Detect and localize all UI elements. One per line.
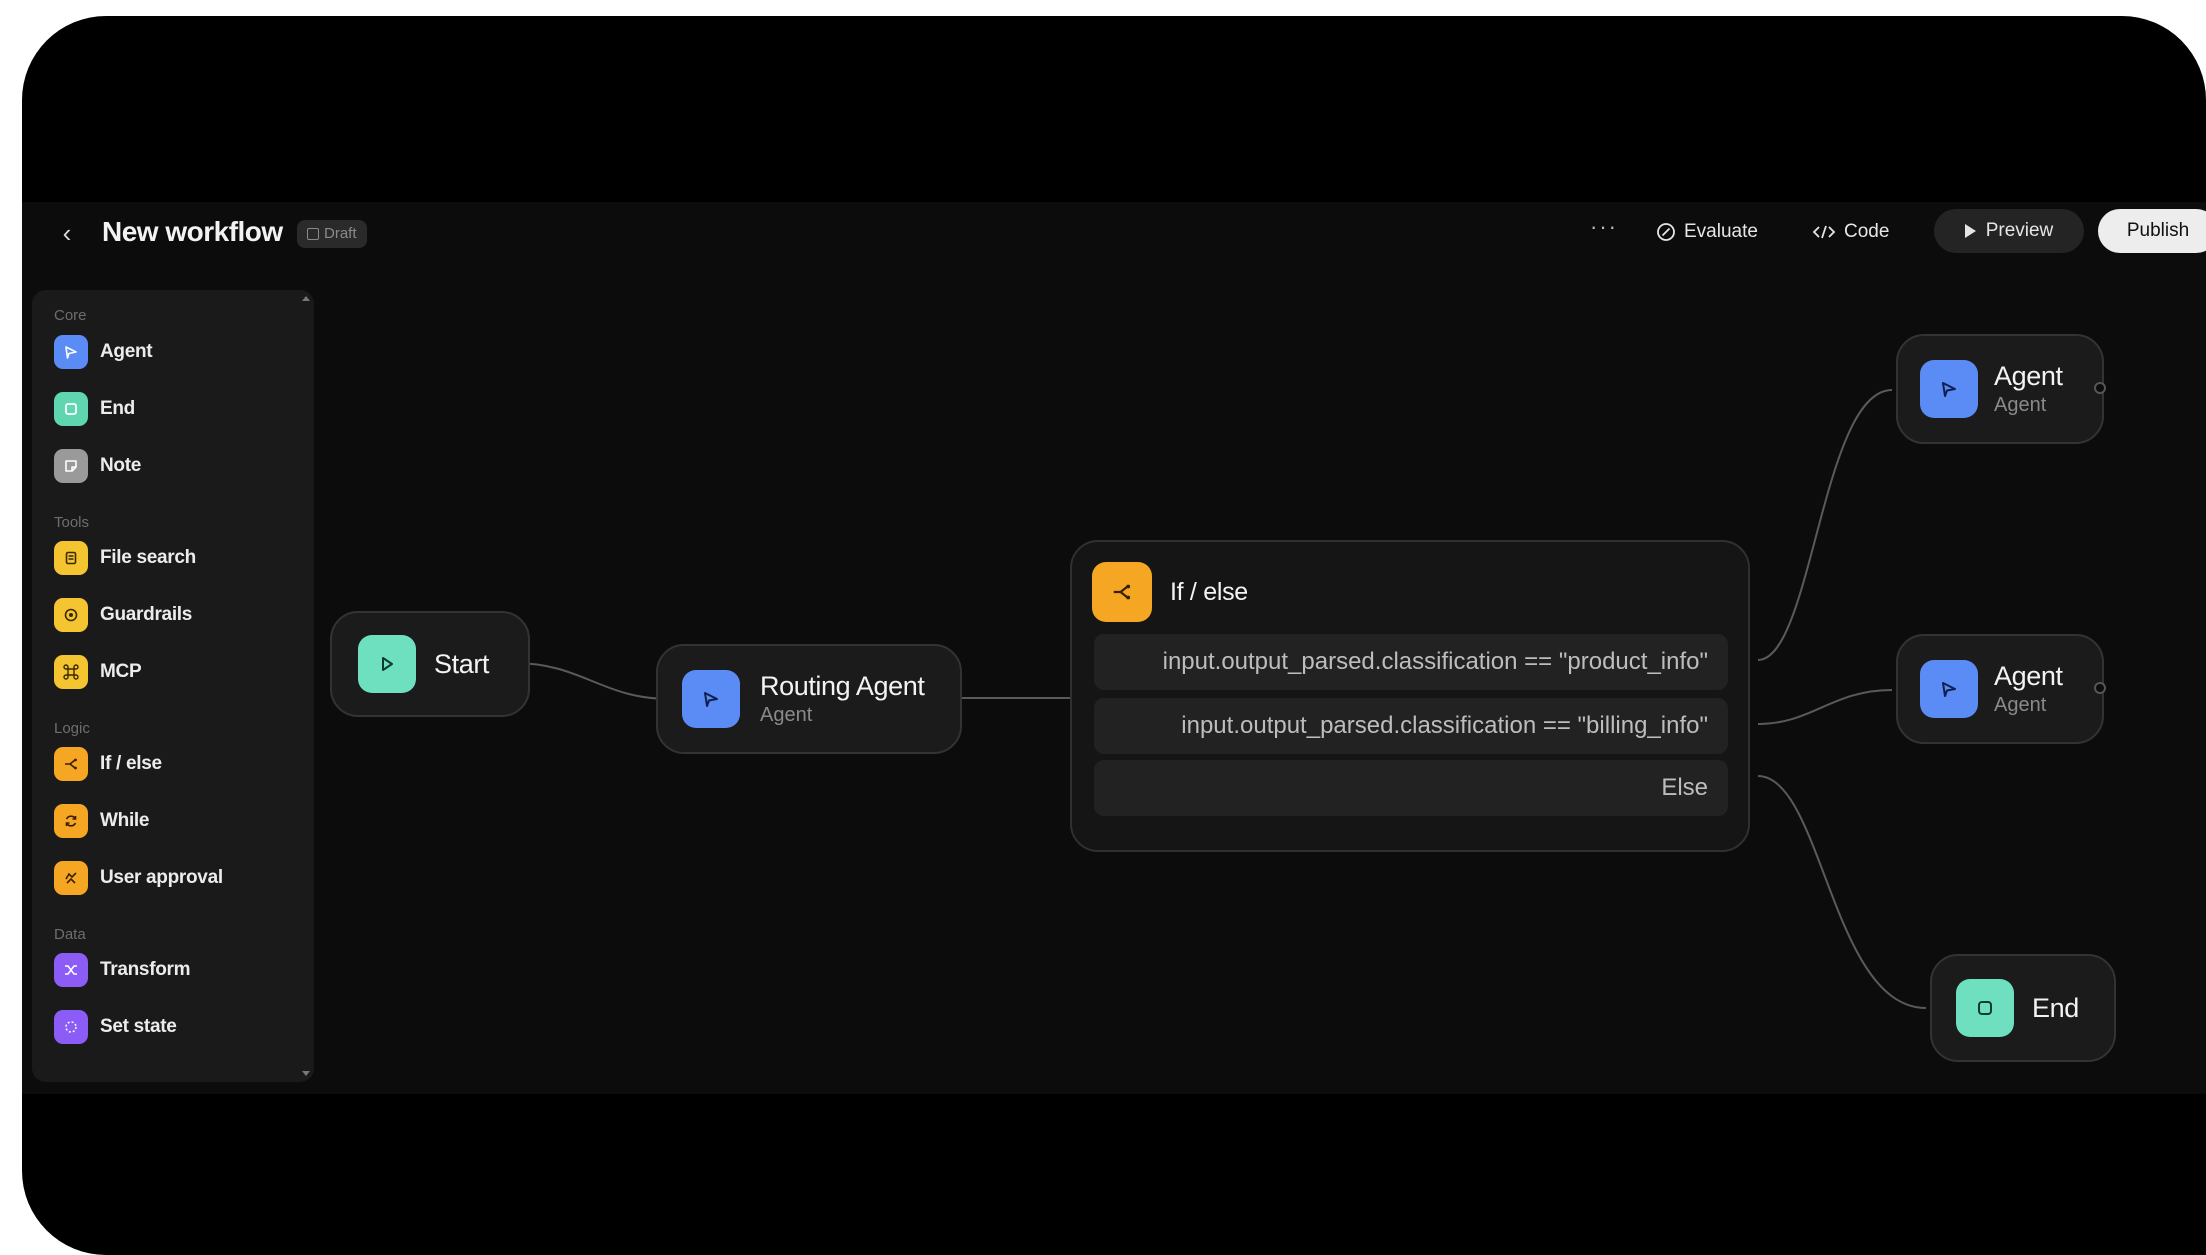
edge-start-routing: [513, 662, 671, 700]
condition-else[interactable]: Else: [1094, 760, 1728, 816]
agent-icon: [1920, 360, 1978, 418]
start-node[interactable]: Start: [330, 611, 530, 717]
condition-product-info[interactable]: input.output_parsed.classification == "p…: [1094, 634, 1728, 690]
agent-node-1[interactable]: Agent Agent: [1896, 334, 2104, 444]
if-else-header: If / else: [1092, 562, 1248, 622]
agent-icon: [1920, 660, 1978, 718]
agent-1-output-port[interactable]: [2094, 382, 2106, 394]
agent-node-2-subtitle: Agent: [1994, 694, 2047, 716]
end-node[interactable]: End: [1930, 954, 2116, 1062]
agent-node-1-subtitle: Agent: [1994, 394, 2047, 416]
agent-node-2[interactable]: Agent Agent: [1896, 634, 2104, 744]
edge-ifelse-agent2: [1757, 689, 1893, 725]
if-else-icon: [1092, 562, 1152, 622]
agent-2-output-port[interactable]: [2094, 682, 2106, 694]
agent-node-1-title: Agent: [1994, 361, 2063, 391]
routing-agent-node[interactable]: Routing Agent Agent: [656, 644, 962, 754]
end-icon: [1956, 979, 2014, 1037]
condition-billing-info[interactable]: input.output_parsed.classification == "b…: [1094, 698, 1728, 754]
screenshot-frame: ‹ New workflow Draft ··· Evaluate Code P…: [22, 16, 2206, 1255]
if-else-node[interactable]: If / else input.output_parsed.classifica…: [1070, 540, 1750, 852]
agent-icon: [682, 670, 740, 728]
play-icon: [358, 635, 416, 693]
end-node-title: End: [2032, 992, 2079, 1023]
workflow-editor: ‹ New workflow Draft ··· Evaluate Code P…: [22, 202, 2206, 1094]
start-node-title: Start: [434, 648, 490, 679]
if-else-title: If / else: [1170, 577, 1248, 606]
routing-agent-subtitle: Agent: [760, 704, 813, 726]
routing-agent-title: Routing Agent: [760, 671, 925, 701]
agent-node-2-title: Agent: [1994, 661, 2063, 691]
edge-ifelse-agent1: [1757, 389, 1893, 661]
edge-ifelse-end: [1757, 775, 1927, 1009]
